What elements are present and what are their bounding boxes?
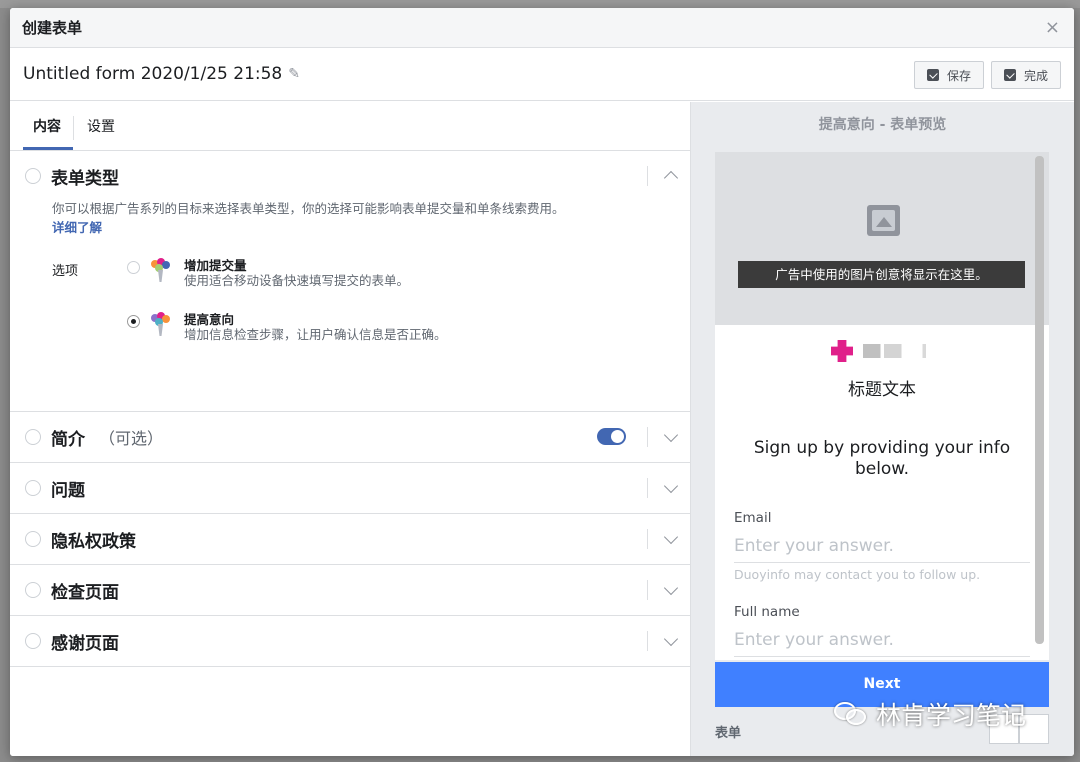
section-optional-tag: （可选） xyxy=(99,429,164,448)
chevron-up-icon[interactable] xyxy=(663,170,679,186)
section-privacy-policy: 隐私权政策 xyxy=(10,514,690,565)
chevron-down-icon[interactable] xyxy=(663,478,679,494)
section-title: 感谢页面 xyxy=(51,633,119,654)
option-radio-selected[interactable] xyxy=(127,315,140,328)
watermark-text: 林肯学习笔记 xyxy=(876,701,1027,730)
preview-phone[interactable]: 广告中使用的图片创意将显示在这里。 标题文本 Sign up by provid… xyxy=(715,152,1049,660)
image-placeholder: 广告中使用的图片创意将显示在这里。 xyxy=(715,152,1049,325)
tab-bar: 内容 设置 xyxy=(10,102,690,151)
section-title: 隐私权政策 xyxy=(51,531,136,552)
save-button-label: 保存 xyxy=(946,68,971,83)
chevron-down-icon[interactable] xyxy=(663,580,679,596)
fullname-label: Full name xyxy=(734,604,800,620)
section-status-radio xyxy=(25,480,41,496)
brand-name-blurred xyxy=(863,344,933,358)
brand-row xyxy=(715,340,1049,362)
form-name[interactable]: Untitled form 2020/1/25 21:58 xyxy=(23,64,282,84)
section-status-radio xyxy=(25,429,41,445)
section-title: 检查页面 xyxy=(51,582,119,603)
section-header[interactable]: 问题 xyxy=(10,463,690,513)
done-button-label: 完成 xyxy=(1023,68,1048,83)
section-header[interactable]: 表单类型 xyxy=(10,151,690,201)
section-title: 简介 xyxy=(51,429,85,450)
brand-logo xyxy=(831,340,853,362)
intro-toggle[interactable] xyxy=(597,428,626,445)
section-title: 问题 xyxy=(51,480,85,501)
chevron-down-icon[interactable] xyxy=(663,631,679,647)
chevron-down-icon[interactable] xyxy=(663,529,679,545)
section-thank-you-page: 感谢页面 xyxy=(10,616,690,667)
email-hint: Duoyinfo may contact you to follow up. xyxy=(734,567,981,582)
create-form-dialog: 创建表单 × Untitled form 2020/1/25 21:58 ✎ 保… xyxy=(10,8,1074,756)
section-review-page: 检查页面 xyxy=(10,565,690,616)
editor-panel: 内容 设置 表单类型 你可以根据广告系列的目标来选择表单类型，你的选择可能影响表… xyxy=(10,102,690,756)
preview-panel: 提高意向 - 表单预览 广告中使用的图片创意将显示在这里。 标题文本 Sign … xyxy=(690,102,1074,756)
section-questions: 问题 xyxy=(10,463,690,514)
form-type-description: 你可以根据广告系列的目标来选择表单类型，你的选择可能影响表单提交量和单条线索费用… xyxy=(52,201,565,216)
save-icon xyxy=(926,69,939,81)
form-type-options: 选项 增加提交量 使用适合移动设备快速填写提交的表单。 提高意向 增加信息检查步… xyxy=(52,258,690,366)
options-list: 增加提交量 使用适合移动设备快速填写提交的表单。 提高意向 增加信息检查步骤，让… xyxy=(127,258,447,366)
option-description: 增加信息检查步骤，让用户确认信息是否正确。 xyxy=(184,327,447,342)
dialog-body: 内容 设置 表单类型 你可以根据广告系列的目标来选择表单类型，你的选择可能影响表… xyxy=(10,102,1074,756)
backdrop xyxy=(0,0,1080,8)
learn-more-link[interactable]: 详细了解 xyxy=(52,217,102,236)
dialog-titlebar: 创建表单 × xyxy=(10,8,1074,48)
section-intro: 简介 （可选） xyxy=(10,412,690,463)
preview-scrollbar[interactable] xyxy=(1035,156,1044,644)
pencil-icon[interactable]: ✎ xyxy=(288,66,300,82)
option-radio[interactable] xyxy=(127,261,140,274)
close-icon[interactable]: × xyxy=(1045,18,1060,38)
save-button[interactable]: 保存 xyxy=(913,61,984,89)
section-status-radio xyxy=(25,633,41,649)
preview-headline: 标题文本 xyxy=(848,380,916,400)
divider xyxy=(647,427,648,447)
fullname-input[interactable]: Enter your answer. xyxy=(734,620,1030,657)
option-higher-intent[interactable]: 提高意向 增加信息检查步骤，让用户确认信息是否正确。 xyxy=(127,312,447,343)
fullname-field: Full name Enter your answer. xyxy=(715,604,1049,657)
tab-settings[interactable]: 设置 xyxy=(73,116,115,140)
wechat-icon xyxy=(834,700,868,728)
section-form-type: 表单类型 你可以根据广告系列的目标来选择表单类型，你的选择可能影响表单提交量和单… xyxy=(10,151,690,412)
divider xyxy=(647,580,648,600)
email-field: Email Enter your answer. Duoyinfo may co… xyxy=(715,510,1049,582)
section-title: 表单类型 xyxy=(51,168,119,189)
bouquet-icon xyxy=(150,312,170,336)
options-label: 选项 xyxy=(52,264,79,279)
preview-signup-text: Sign up by providing your info below. xyxy=(753,438,1011,479)
email-input[interactable]: Enter your answer. xyxy=(734,526,1030,563)
preview-footer-label: 表单 xyxy=(715,726,742,741)
dialog-title: 创建表单 xyxy=(22,19,83,37)
divider xyxy=(647,529,648,549)
section-header[interactable]: 简介 （可选） xyxy=(10,412,690,462)
option-more-volume[interactable]: 增加提交量 使用适合移动设备快速填写提交的表单。 xyxy=(127,258,447,289)
divider xyxy=(647,478,648,498)
done-button[interactable]: 完成 xyxy=(990,61,1061,89)
option-description: 使用适合移动设备快速填写提交的表单。 xyxy=(184,273,410,288)
section-status-radio xyxy=(25,531,41,547)
done-icon xyxy=(1003,69,1016,81)
section-status-radio xyxy=(25,582,41,598)
image-icon xyxy=(867,205,900,236)
image-caption: 广告中使用的图片创意将显示在这里。 xyxy=(738,261,1025,288)
option-title: 增加提交量 xyxy=(184,258,247,273)
chevron-down-icon[interactable] xyxy=(663,427,679,443)
section-body: 你可以根据广告系列的目标来选择表单类型，你的选择可能影响表单提交量和单条线索费用… xyxy=(10,201,690,411)
form-name-bar: Untitled form 2020/1/25 21:58 ✎ 保存 完成 xyxy=(10,48,1074,101)
preview-title: 提高意向 - 表单预览 xyxy=(818,117,947,133)
divider xyxy=(647,631,648,651)
section-header[interactable]: 检查页面 xyxy=(10,565,690,615)
watermark: 林肯学习笔记 xyxy=(834,696,1026,732)
email-label: Email xyxy=(734,510,772,526)
tab-content[interactable]: 内容 xyxy=(23,116,73,150)
option-title: 提高意向 xyxy=(184,312,235,327)
bouquet-icon xyxy=(150,258,170,282)
section-header[interactable]: 感谢页面 xyxy=(10,616,690,666)
divider xyxy=(647,166,648,186)
section-header[interactable]: 隐私权政策 xyxy=(10,514,690,564)
section-status-radio xyxy=(25,168,41,184)
